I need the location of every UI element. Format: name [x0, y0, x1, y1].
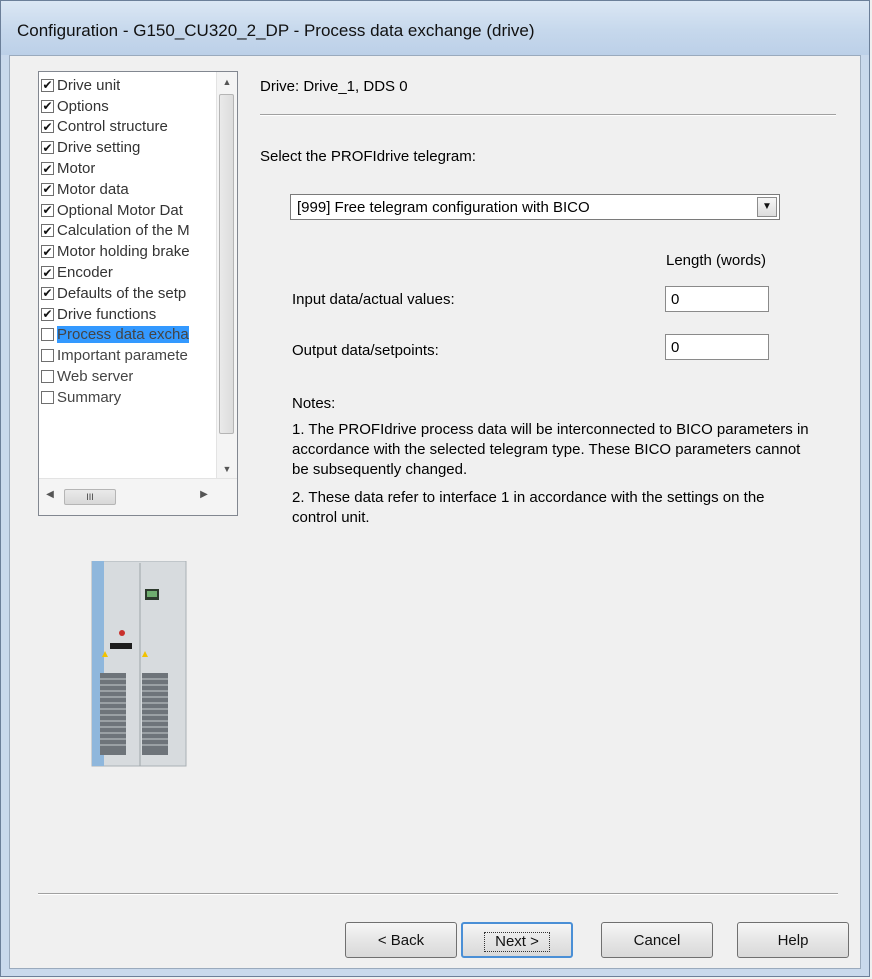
footer-separator — [38, 893, 838, 894]
tree-item-label: Control structure — [57, 118, 168, 136]
wizard-steps-tree: ✔ Drive unit ✔ Options ✔ Control structure ✔ Dr… — [38, 71, 238, 516]
tree-item-label: Calculation of the M — [57, 222, 190, 240]
tree-item[interactable]: ✔ Calculation of the M — [41, 221, 216, 242]
cancel-button[interactable]: Cancel — [601, 922, 713, 958]
telegram-select-value: [999] Free telegram configuration with B… — [297, 199, 590, 216]
checkbox-unchecked-icon[interactable] — [41, 370, 54, 384]
tree-item-label: Drive setting — [57, 139, 141, 157]
tree-item-label: Web server — [57, 368, 134, 386]
wizard-steps-list: ✔ Drive unit ✔ Options ✔ Control structure ✔ Dr… — [41, 75, 216, 408]
telegram-select[interactable]: [999] Free telegram configuration with B… — [290, 194, 780, 220]
note-2: 2. These data refer to interface 1 in ac… — [292, 489, 765, 526]
tree-item[interactable]: ✔ Motor data — [41, 179, 216, 200]
configuration-window: Configuration - G150_CU320_2_DP - Proces… — [0, 0, 870, 977]
telegram-prompt: Select the PROFIdrive telegram: — [260, 148, 476, 165]
tree-item-label: Drive functions — [57, 305, 157, 323]
next-button[interactable]: Next > — [461, 922, 573, 958]
checkbox-unchecked-icon[interactable] — [41, 328, 54, 342]
tree-item-label: Motor — [57, 160, 96, 178]
checkbox-checked-icon[interactable]: ✔ — [41, 224, 54, 238]
tree-item[interactable]: ✔ Drive unit — [41, 75, 216, 96]
next-button-label: Next > — [484, 932, 550, 952]
tree-item-label: Options — [57, 97, 109, 115]
checkbox-checked-icon[interactable]: ✔ — [41, 245, 54, 259]
input-data-label: Input data/actual values: — [292, 291, 455, 308]
notes-title: Notes: — [292, 395, 336, 412]
checkbox-checked-icon[interactable]: ✔ — [41, 182, 54, 196]
scroll-left-arrow-icon[interactable]: ◀ — [43, 489, 57, 500]
output-data-length-field[interactable] — [665, 334, 769, 360]
header-separator — [260, 114, 836, 115]
tree-item[interactable]: ✔ Encoder — [41, 262, 216, 283]
tree-item[interactable]: ✔ Motor holding brake — [41, 241, 216, 262]
tree-horizontal-scrollbar[interactable]: ◀ III ▶ — [39, 478, 237, 515]
checkbox-checked-icon[interactable]: ✔ — [41, 78, 54, 92]
tree-item[interactable]: ✔ Motor — [41, 158, 216, 179]
tree-item[interactable]: ✔ Control structure — [41, 117, 216, 138]
tree-item[interactable]: ✔ Defaults of the setp — [41, 283, 216, 304]
tree-item[interactable]: ✔ Optional Motor Dat — [41, 200, 216, 221]
window-title: Configuration - G150_CU320_2_DP - Proces… — [17, 21, 535, 40]
input-data-length-field[interactable] — [665, 286, 769, 312]
checkbox-checked-icon[interactable]: ✔ — [41, 162, 54, 176]
tree-item-label: Motor holding brake — [57, 243, 190, 261]
tree-item-label: Process data excha — [57, 326, 189, 344]
tree-item[interactable]: Process data excha — [41, 325, 216, 346]
checkbox-checked-icon[interactable]: ✔ — [41, 307, 54, 321]
tree-item[interactable]: ✔ Drive functions — [41, 304, 216, 325]
tree-item[interactable]: Important paramete — [41, 345, 216, 366]
checkbox-checked-icon[interactable]: ✔ — [41, 120, 54, 134]
dialog-client: ✔ Drive unit ✔ Options ✔ Control structure ✔ Dr… — [9, 55, 861, 969]
tree-item-label: Encoder — [57, 264, 113, 282]
scroll-right-arrow-icon[interactable]: ▶ — [197, 489, 211, 500]
scroll-down-arrow-icon[interactable]: ▼ — [217, 459, 237, 479]
tree-item[interactable]: Web server — [41, 366, 216, 387]
tree-item-label: Motor data — [57, 180, 129, 198]
tree-item[interactable]: ✔ Options — [41, 96, 216, 117]
scroll-up-arrow-icon[interactable]: ▲ — [217, 72, 237, 92]
length-column-header: Length (words) — [666, 252, 767, 269]
tree-item-label: Optional Motor Dat — [57, 201, 183, 219]
horizontal-scroll-thumb[interactable]: III — [64, 489, 116, 505]
tree-item-label: Drive unit — [57, 76, 121, 94]
checkbox-unchecked-icon[interactable] — [41, 390, 54, 404]
checkbox-checked-icon[interactable]: ✔ — [41, 141, 54, 155]
help-button[interactable]: Help — [737, 922, 849, 958]
tree-item[interactable]: ✔ Drive setting — [41, 137, 216, 158]
tree-item-label: Important paramete — [57, 347, 188, 365]
checkbox-checked-icon[interactable]: ✔ — [41, 266, 54, 280]
tree-item[interactable]: Summary — [41, 387, 216, 408]
tree-item-label: Defaults of the setp — [57, 284, 187, 302]
tree-item-label: Summary — [57, 388, 122, 406]
output-data-label: Output data/setpoints: — [292, 342, 439, 359]
checkbox-checked-icon[interactable]: ✔ — [41, 99, 54, 113]
checkbox-checked-icon[interactable]: ✔ — [41, 286, 54, 300]
dropdown-arrow-icon[interactable]: ▼ — [757, 197, 777, 217]
checkbox-checked-icon[interactable]: ✔ — [41, 203, 54, 217]
tree-vertical-scrollbar[interactable]: ▲ ▼ — [216, 72, 237, 479]
drive-label: Drive: Drive_1, DDS 0 — [260, 78, 408, 95]
vertical-scroll-thumb[interactable] — [219, 94, 234, 434]
title-bar[interactable]: Configuration - G150_CU320_2_DP - Proces… — [1, 1, 869, 55]
note-1: 1. The PROFIdrive process data will be i… — [292, 421, 809, 478]
back-button[interactable]: < Back — [345, 922, 457, 958]
drive-cabinet-image — [91, 561, 187, 767]
scroll-grip-icon: III — [86, 492, 94, 502]
checkbox-unchecked-icon[interactable] — [41, 349, 54, 363]
notes-section: Notes: 1. The PROFIdrive process data wi… — [292, 394, 812, 536]
